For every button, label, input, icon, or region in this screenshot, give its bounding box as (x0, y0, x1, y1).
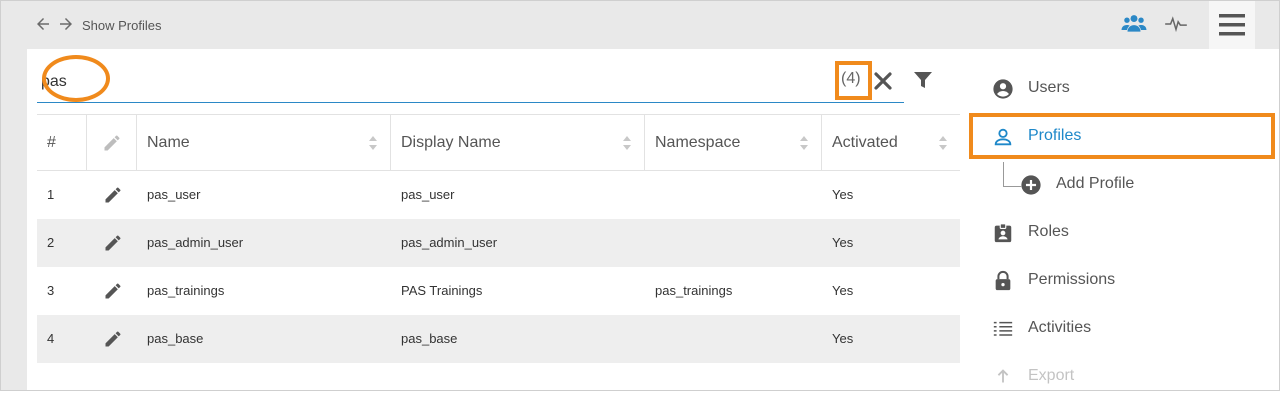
column-header-display-name[interactable]: Display Name (391, 115, 645, 170)
menu-item-export[interactable]: Export (967, 353, 1279, 401)
sort-icon[interactable] (799, 135, 809, 151)
cell-activated: Yes (832, 331, 854, 346)
highlight-count-annotation (835, 61, 872, 100)
main-panel: (4) # Name Display Name Namespace (27, 49, 1279, 390)
pencil-icon (104, 135, 120, 151)
app-window: Show Profiles (4) (0, 0, 1280, 391)
table-header: # Name Display Name Namespace Activated (37, 114, 960, 171)
export-icon (997, 369, 1009, 383)
activity-icon[interactable] (1163, 11, 1189, 37)
table-row[interactable]: 2 pas_admin_user pas_admin_user Yes (37, 219, 960, 267)
hamburger-menu-icon (1219, 14, 1245, 36)
top-bar: Show Profiles (1, 1, 1279, 49)
account-circle-icon (993, 79, 1013, 99)
cell-activated: Yes (832, 283, 854, 298)
column-header-activated[interactable]: Activated (822, 115, 960, 170)
menu-item-permissions[interactable]: Permissions (967, 257, 1279, 305)
badge-icon (994, 223, 1012, 243)
table-row[interactable]: 3 pas_trainings PAS Trainings pas_traini… (37, 267, 960, 315)
search-bar (37, 62, 904, 103)
lock-icon (995, 270, 1011, 291)
edit-pencil-icon[interactable] (103, 233, 123, 253)
sort-icon[interactable] (938, 135, 948, 151)
profiles-table: # Name Display Name Namespace Activated (37, 114, 960, 363)
menu-label: Permissions (1028, 271, 1116, 288)
column-header-namespace[interactable]: Namespace (645, 115, 822, 170)
cell-activated: Yes (832, 187, 854, 202)
add-circle-icon (1021, 175, 1041, 195)
menu-label: Users (1028, 79, 1070, 96)
cell-name: pas_admin_user (147, 235, 244, 250)
highlight-profiles-annotation (969, 113, 1275, 159)
close-icon[interactable] (874, 72, 892, 90)
tree-connector (1003, 162, 1022, 187)
cell-display-name: pas_admin_user (401, 235, 498, 250)
cell-name: pas_trainings (147, 283, 225, 298)
column-header-edit (87, 115, 137, 170)
cell-display-name: PAS Trainings (401, 283, 483, 298)
column-header-name[interactable]: Name (137, 115, 391, 170)
side-menu: Users Profiles Add Profile Roles Permiss… (967, 49, 1279, 390)
menu-item-roles[interactable]: Roles (967, 209, 1279, 257)
users-icon[interactable] (1121, 11, 1147, 37)
cell-index: 3 (47, 283, 55, 298)
arrow-left-icon[interactable] (34, 15, 52, 33)
list-icon (993, 321, 1013, 336)
edit-pencil-icon[interactable] (103, 329, 123, 349)
column-header-index: # (37, 115, 87, 170)
menu-item-activities[interactable]: Activities (967, 305, 1279, 353)
arrow-right-icon[interactable] (57, 15, 75, 33)
cell-display-name: pas_user (401, 187, 455, 202)
cell-index: 1 (47, 187, 55, 202)
sort-icon[interactable] (622, 135, 632, 151)
table-row[interactable]: 1 pas_user pas_user Yes (37, 171, 960, 219)
menu-label: Activities (1028, 319, 1092, 336)
menu-item-users[interactable]: Users (967, 65, 1279, 113)
menu-label: Add Profile (1056, 175, 1135, 192)
cell-activated: Yes (832, 235, 854, 250)
table-row[interactable]: 4 pas_base pas_base Yes (37, 315, 960, 363)
cell-name: pas_base (147, 331, 204, 346)
search-input[interactable] (41, 70, 741, 94)
edit-pencil-icon[interactable] (103, 185, 123, 205)
menu-button[interactable] (1209, 1, 1255, 49)
filter-icon[interactable] (913, 70, 933, 90)
cell-index: 4 (47, 331, 55, 346)
breadcrumb: Show Profiles (82, 18, 162, 33)
menu-label: Roles (1028, 223, 1069, 240)
sort-icon[interactable] (368, 135, 378, 151)
cell-namespace: pas_trainings (655, 283, 733, 298)
cell-index: 2 (47, 235, 55, 250)
cell-display-name: pas_base (401, 331, 458, 346)
cell-name: pas_user (147, 187, 201, 202)
menu-label: Export (1028, 367, 1075, 384)
edit-pencil-icon[interactable] (103, 281, 123, 301)
highlight-search-annotation (42, 55, 110, 102)
